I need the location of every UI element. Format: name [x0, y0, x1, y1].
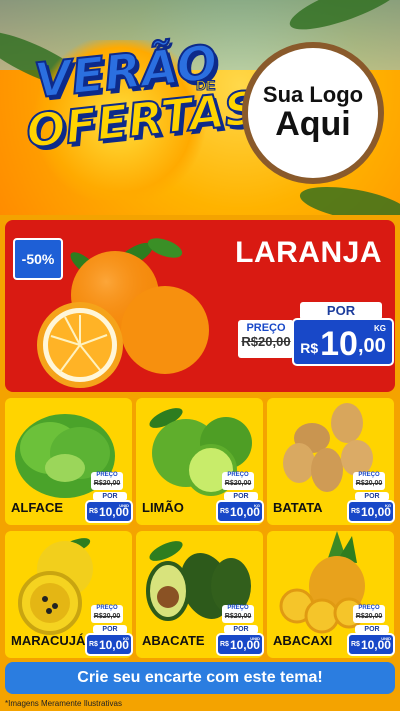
preco-label: PREÇO — [96, 472, 118, 478]
old-price: R$20,00 — [93, 480, 121, 487]
hero-product-name: LARANJA — [235, 236, 382, 269]
unit: KG — [254, 503, 260, 508]
hero-old-price-tag: PREÇO R$20,00 — [238, 320, 294, 358]
product-name: MARACUJÁ — [11, 633, 86, 648]
price-dec: ,00 — [357, 335, 386, 357]
old-price-tag: PREÇO R$20,00 — [91, 605, 123, 623]
currency: R$ — [220, 641, 229, 648]
old-price-tag: PREÇO R$20,00 — [353, 605, 385, 623]
preco-label: PREÇO — [96, 605, 118, 611]
preco-label: PREÇO — [358, 472, 380, 478]
price-box: R$ 10,00 KG — [85, 633, 133, 656]
old-price-tag: PREÇO R$20,00 — [222, 605, 254, 623]
currency: R$ — [89, 508, 98, 515]
product-name: ABACAXI — [273, 633, 333, 648]
preco-label: PREÇO — [227, 605, 249, 611]
palm-leaf-icon — [297, 180, 400, 215]
price-box: R$ 10,00 KG — [347, 500, 395, 523]
old-price: R$20,00 — [224, 613, 252, 620]
currency: R$ — [89, 641, 98, 648]
product-name: BATATA — [273, 500, 323, 515]
campaign-title: VERÃO DE OFERTAS — [23, 34, 261, 160]
unit: KG — [385, 503, 391, 508]
old-price-tag: PREÇO R$20,00 — [91, 472, 123, 490]
old-price: R$20,00 — [355, 480, 383, 487]
logo-text-1: Sua Logo — [262, 82, 364, 108]
old-price: R$20,00 — [93, 613, 121, 620]
unit: KG — [123, 636, 129, 641]
price-box: R$ 10,00 KG — [216, 500, 264, 523]
discount-badge: -50% — [13, 238, 63, 280]
old-price: R$20,00 — [355, 613, 383, 620]
unit: KG — [374, 324, 386, 333]
preco-label: PREÇO — [358, 605, 380, 611]
unit: UNID — [250, 636, 260, 641]
disclaimer: *Imagens Meramente Ilustrativas — [5, 699, 122, 708]
hero-price-box: R$ 10 ,00 KG — [292, 318, 394, 366]
currency: R$ — [351, 508, 360, 515]
old-price: R$20,00 — [241, 334, 291, 349]
unit: UNID — [119, 503, 129, 508]
product-name: LIMÃO — [142, 500, 184, 515]
create-flyer-button[interactable]: Crie seu encarte com este tema! — [5, 662, 395, 694]
currency: R$ — [220, 508, 229, 515]
logo-text-2: Aqui — [275, 105, 351, 144]
price-box: R$ 10,00 UNID — [216, 633, 264, 656]
price-box: R$ 10,00 UNID — [85, 500, 133, 523]
old-price-tag: PREÇO R$20,00 — [222, 472, 254, 490]
logo-placeholder[interactable]: Sua Logo Aqui — [242, 42, 384, 184]
price-int: 10 — [320, 325, 358, 363]
preco-label: PREÇO — [246, 322, 286, 334]
product-name: ALFACE — [11, 500, 63, 515]
old-price: R$20,00 — [224, 480, 252, 487]
product-name: ABACATE — [142, 633, 205, 648]
old-price-tag: PREÇO R$20,00 — [353, 472, 385, 490]
price-box: R$ 10,00 UNID — [347, 633, 395, 656]
unit: UNID — [381, 636, 391, 641]
currency: R$ — [351, 641, 360, 648]
preco-label: PREÇO — [227, 472, 249, 478]
currency: R$ — [300, 340, 319, 356]
